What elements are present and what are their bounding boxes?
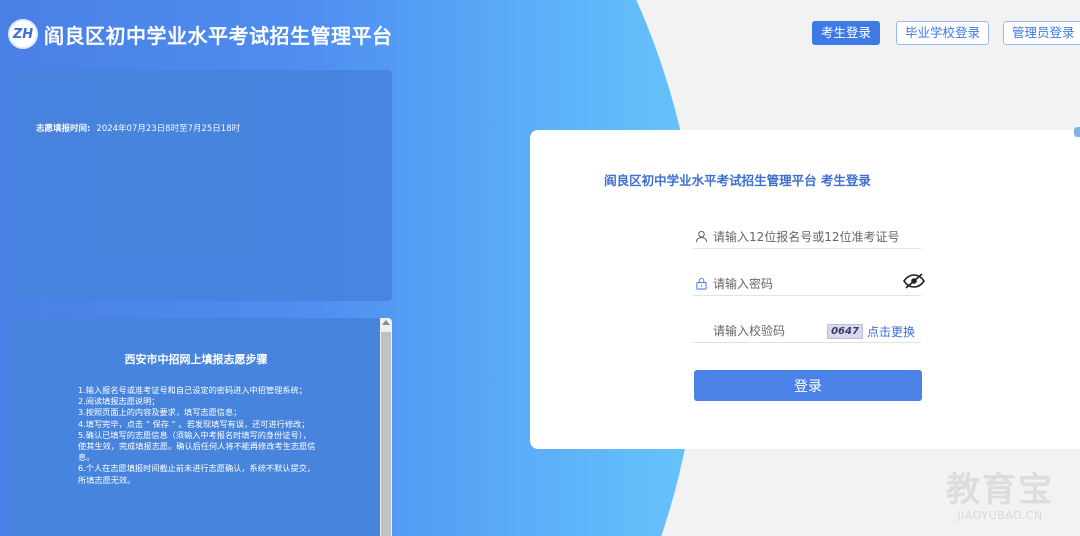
password-input[interactable] xyxy=(709,276,899,291)
side-handle[interactable] xyxy=(1074,127,1080,137)
step-item: 4.填写完毕，点击 “ 保存 ” 。若发现填写有误，还可进行修改； xyxy=(78,418,310,429)
steps-title: 西安市中招网上填报志愿步骤 xyxy=(124,353,268,366)
lock-icon xyxy=(693,277,709,290)
id-field xyxy=(693,225,921,249)
captcha-refresh-link[interactable]: 点击更换 xyxy=(867,323,915,340)
platform-logo: ZH xyxy=(8,19,38,49)
watermark-logo: 教育宝 JIAOYUBAO.CN xyxy=(946,462,1054,522)
login-button[interactable]: 登录 xyxy=(694,370,922,401)
steps-panel: 西安市中招网上填报志愿步骤 1.输入报名号或准考证号和自己设定的密码进入中招管理… xyxy=(12,318,392,536)
scroll-up-icon[interactable] xyxy=(382,320,390,325)
captcha-input[interactable] xyxy=(693,323,813,338)
notice-label: 志愿填报时间: xyxy=(36,124,91,134)
student-login-button[interactable]: 考生登录 xyxy=(812,21,881,45)
captcha-field: 0647 点击更换 xyxy=(693,319,921,343)
password-field xyxy=(693,272,925,296)
step-item: 1.输入报名号或准考证号和自己设定的密码进入中招管理系统； xyxy=(78,385,307,395)
school-login-button[interactable]: 毕业学校登录 xyxy=(896,21,990,45)
platform-title: 阎良区初中学业水平考试招生管理平台 xyxy=(44,24,393,48)
step-item: 5.确认已填写的志愿信息（须输入中考报名时填写的身份证号），使其生效，完成填报志… xyxy=(78,429,316,463)
id-input[interactable] xyxy=(709,229,899,244)
user-icon xyxy=(693,230,709,243)
steps-scrollbar[interactable] xyxy=(380,318,392,536)
captcha-image[interactable]: 0647 xyxy=(827,324,863,339)
step-item: 6.个人在志愿填报时间截止前未进行志愿确认，系统不默认提交，所填志愿无效。 xyxy=(78,463,316,485)
admin-login-button[interactable]: 管理员登录 xyxy=(1003,21,1080,45)
scroll-thumb[interactable] xyxy=(381,332,391,536)
step-item: 3.按照页面上的内容及要求，填写志愿信息； xyxy=(78,407,242,418)
notice-line: 志愿填报时间: 2024年07月23日8时至7月25日18时 xyxy=(36,122,240,134)
step-item: 2.阅读填报志愿说明； xyxy=(78,396,160,407)
login-card: 阎良区初中学业水平考试招生管理平台 考生登录 0647 点击更换 登录 xyxy=(530,130,1080,449)
notice-value: 2024年07月23日8时至7月25日18时 xyxy=(96,124,241,134)
eye-hidden-icon[interactable] xyxy=(903,273,925,293)
notice-panel: 志愿填报时间: 2024年07月23日8时至7月25日18时 xyxy=(12,70,392,301)
login-title: 阎良区初中学业水平考试招生管理平台 考生登录 xyxy=(604,173,871,188)
watermark-brand: 教育宝 xyxy=(946,470,1054,510)
steps-list: 1.输入报名号或准考证号和自己设定的密码进入中招管理系统； 2.阅读填报志愿说明… xyxy=(78,385,318,486)
